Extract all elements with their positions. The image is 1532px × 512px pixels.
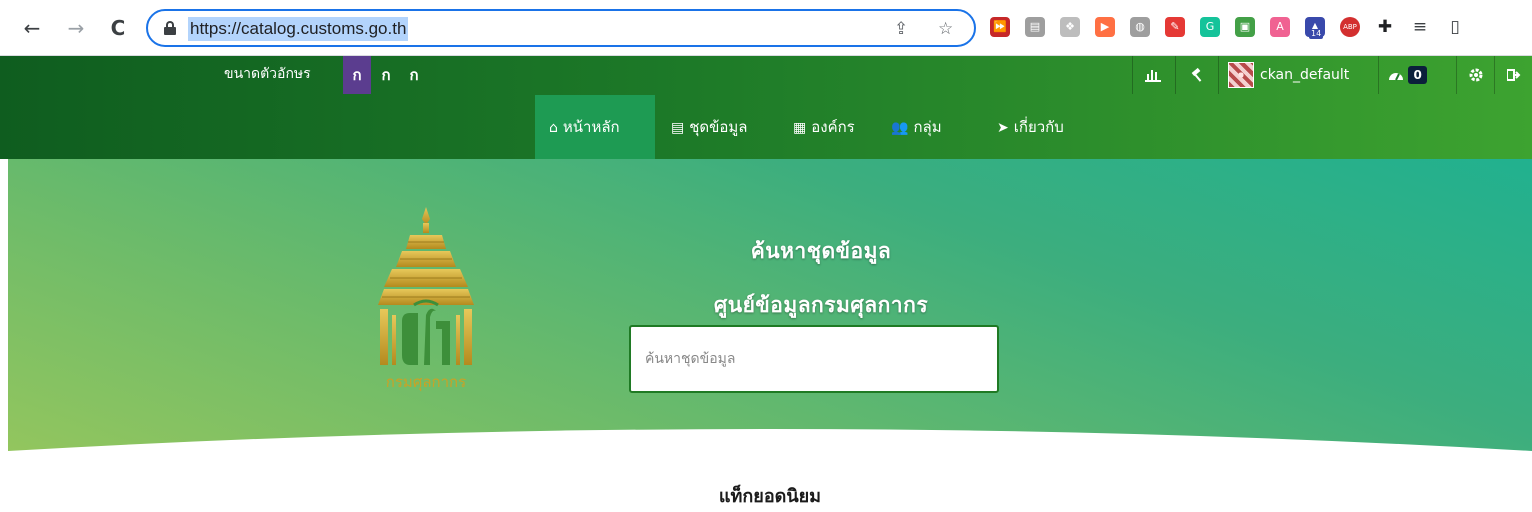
reload-icon[interactable]: C (106, 16, 130, 40)
divider (1456, 56, 1457, 94)
nav-label: หน้าหลัก (562, 118, 620, 136)
nav-home[interactable]: ⌂ หน้าหลัก (535, 95, 655, 159)
eyedropper-ext-icon[interactable]: ✎ (1165, 17, 1185, 37)
users-icon: 👥 (891, 120, 909, 136)
nav-organizations[interactable]: ▦ องค์กร (779, 95, 869, 159)
nav-label: องค์กร (811, 118, 855, 136)
nav-label: เกี่ยวกับ (1013, 118, 1064, 136)
divider (1175, 56, 1176, 94)
user-profile-link[interactable]: ckan_default (1228, 56, 1349, 94)
popular-tags-heading: แท็กยอดนิยม (718, 486, 822, 507)
sign-out-icon[interactable] (1506, 56, 1521, 94)
share-icon[interactable]: ⇪ (894, 19, 908, 39)
hero-banner: กรมศุลกากร ค้นหาชุดข้อมูล ศูนย์ข้อมูลกรม… (8, 159, 1532, 512)
document-ext-icon[interactable]: ▤ (1025, 17, 1045, 37)
avatar (1228, 62, 1254, 88)
cog-icon[interactable] (1469, 56, 1483, 94)
browser-toolbar: ← → C https://catalog.customs.go.th ⇪ ☆ … (0, 0, 1532, 56)
username: ckan_default (1260, 67, 1350, 83)
dashboard-link[interactable]: 0 (1388, 56, 1427, 94)
divider (1132, 56, 1133, 94)
grammarly-ext-icon[interactable]: G (1200, 17, 1220, 37)
url-text[interactable]: https://catalog.customs.go.th (188, 17, 409, 41)
divider (1494, 56, 1495, 94)
nav-datasets[interactable]: ▤ ชุดข้อมูล (657, 95, 762, 159)
print-ext-icon[interactable]: ▣ (1235, 17, 1255, 37)
side-panel-icon[interactable]: ▯ (1445, 17, 1465, 37)
hero-title-line1: ค้นหาชุดข้อมูล (750, 239, 892, 263)
extension-badge: 14 (1309, 29, 1324, 39)
font-size-label: ขนาดตัวอักษร (224, 66, 311, 82)
home-icon: ⌂ (549, 120, 558, 136)
building-icon: ▦ (793, 120, 807, 136)
font-size-medium-button[interactable]: ก (372, 56, 400, 94)
play-ext-icon[interactable]: ▶ (1095, 17, 1115, 37)
customs-department-logo: กรมศุลกากร (378, 207, 474, 392)
svg-text:กรมศุลกากร: กรมศุลกากร (386, 373, 466, 392)
gavel-icon[interactable] (1190, 56, 1206, 94)
forward-icon[interactable]: → (64, 16, 88, 40)
lock-icon[interactable] (164, 21, 176, 35)
site-header: ขนาดตัวอักษร ก ก ก ckan_default 0 ⌂ หน้า… (0, 56, 1532, 159)
dropbox-ext-icon[interactable]: ❖ (1060, 17, 1080, 37)
nav-label: กลุ่ม (913, 118, 942, 136)
font-size-small-button[interactable]: ก (343, 56, 371, 94)
media-queue-icon[interactable]: ≡ (1410, 17, 1430, 37)
bookmark-star-icon[interactable]: ☆ (938, 19, 953, 39)
puzzle-ext-icon[interactable]: ✚ (1375, 17, 1395, 37)
dataset-search-input[interactable] (629, 325, 999, 393)
nav-about[interactable]: ➤ เกี่ยวกับ (983, 95, 1078, 159)
adblock-ext-icon[interactable]: ABP (1340, 17, 1360, 37)
paper-plane-icon: ➤ (997, 120, 1009, 136)
back-icon[interactable]: ← (20, 16, 44, 40)
nav-groups[interactable]: 👥 กลุ่ม (877, 95, 956, 159)
address-bar[interactable]: https://catalog.customs.go.th ⇪ ☆ (146, 9, 976, 47)
nav-label: ชุดข้อมูล (689, 118, 748, 136)
tachometer-icon (1389, 73, 1403, 81)
hero-title-line2: ศูนย์ข้อมูลกรมศุลกากร (713, 293, 929, 317)
divider (1218, 56, 1219, 94)
bar-chart-icon[interactable] (1145, 56, 1161, 94)
globe-ext-icon[interactable]: ◍ (1130, 17, 1150, 37)
font-size-large-button[interactable]: ก (400, 56, 428, 94)
graduation-ext-icon[interactable]: ▲ 14 (1305, 17, 1325, 39)
file-icon: ▤ (671, 120, 685, 136)
divider (1378, 56, 1379, 94)
fast-forward-ext-icon[interactable]: ⏩ (990, 17, 1010, 37)
activity-count-badge: 0 (1408, 66, 1427, 84)
acrobat-ext-icon[interactable]: A (1270, 17, 1290, 37)
